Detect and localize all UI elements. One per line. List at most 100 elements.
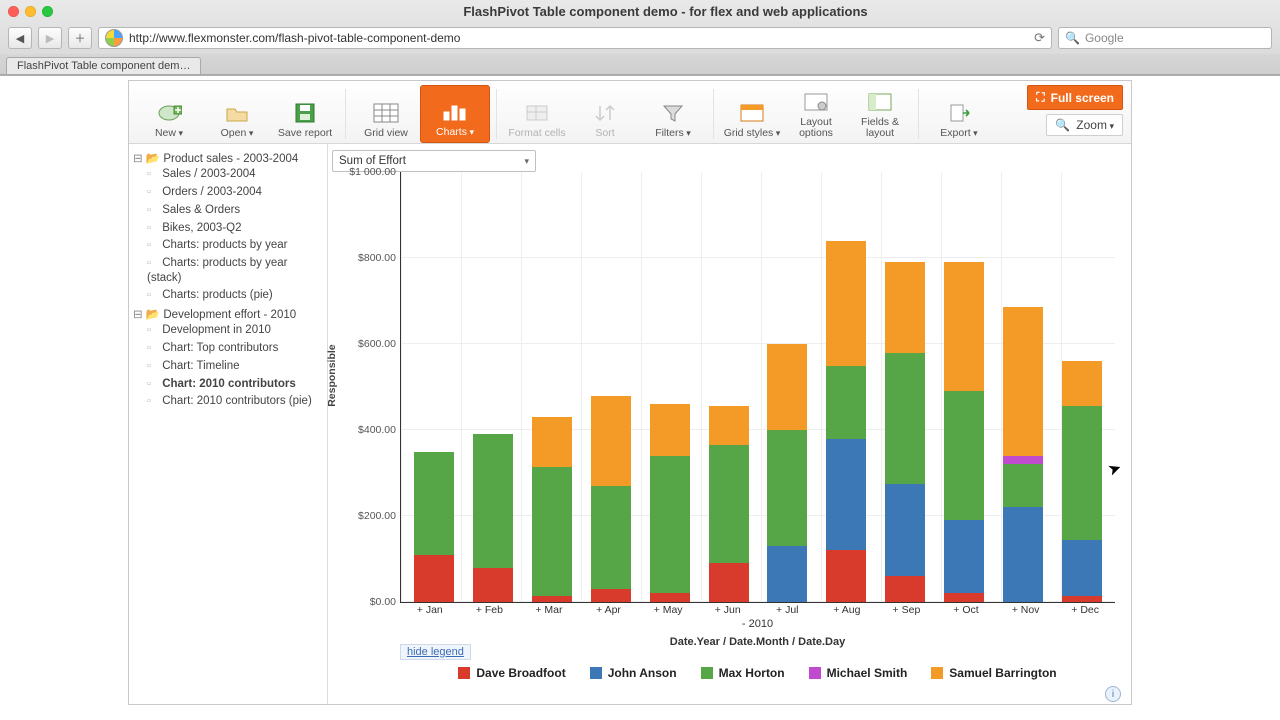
close-icon[interactable]	[8, 6, 19, 17]
tree-item[interactable]: ▫ Chart: 2010 contributors (pie)	[147, 393, 323, 411]
add-button[interactable]: ＋	[68, 27, 92, 49]
tree-item[interactable]: ▫ Charts: products (pie)	[147, 287, 323, 305]
x-tick[interactable]: + Jun	[698, 604, 758, 616]
bar-segment[interactable]	[1062, 540, 1102, 596]
x-tick[interactable]: + Dec	[1055, 604, 1115, 616]
chart-plot[interactable]	[400, 172, 1115, 603]
tree-item[interactable]: ▫ Charts: products by year	[147, 237, 323, 255]
save-button[interactable]: Save report	[271, 85, 339, 143]
bar-segment[interactable]	[885, 484, 925, 576]
x-tick[interactable]: + May	[638, 604, 698, 616]
bar-segment[interactable]	[709, 406, 749, 445]
bar-column[interactable]	[993, 172, 1052, 602]
x-tick[interactable]: + Jan	[400, 604, 460, 616]
tree-item[interactable]: ▫ Development in 2010	[147, 322, 323, 340]
legend-item[interactable]: John Anson	[590, 666, 677, 680]
minimize-icon[interactable]	[25, 6, 36, 17]
tree-folder-product-sales[interactable]: 📂 Product sales - 2003-2004 ▫ Sales / 20…	[133, 150, 323, 306]
legend-item[interactable]: Max Horton	[701, 666, 785, 680]
layoutopts-button[interactable]: Layout options	[784, 85, 848, 143]
bar-segment[interactable]	[1003, 307, 1043, 455]
x-tick[interactable]: + Apr	[579, 604, 639, 616]
bar-segment[interactable]	[1003, 456, 1043, 465]
bar-segment[interactable]	[473, 568, 513, 602]
tree-item[interactable]: ▫ Bikes, 2003-Q2	[147, 219, 323, 237]
legend-item[interactable]: Michael Smith	[809, 666, 908, 680]
hide-legend-link[interactable]: hide legend	[400, 644, 471, 660]
bar-segment[interactable]	[1003, 507, 1043, 602]
report-tree[interactable]: 📂 Product sales - 2003-2004 ▫ Sales / 20…	[129, 144, 328, 704]
bar-segment[interactable]	[1062, 406, 1102, 539]
bar-column[interactable]	[876, 172, 935, 602]
tree-item[interactable]: ▫ Chart: Top contributors	[147, 340, 323, 358]
bar-segment[interactable]	[650, 456, 690, 594]
open-button[interactable]: Open	[203, 85, 271, 143]
x-axis-group[interactable]: - 2010	[400, 618, 1115, 630]
bar-segment[interactable]	[826, 366, 866, 439]
bar-segment[interactable]	[473, 434, 513, 567]
reload-icon[interactable]: ⟳	[1034, 30, 1045, 46]
bar-segment[interactable]	[650, 593, 690, 602]
window-controls[interactable]	[8, 6, 53, 17]
url-field[interactable]: http://www.flexmonster.com/flash-pivot-t…	[98, 27, 1052, 49]
bar-segment[interactable]	[532, 596, 572, 602]
bar-segment[interactable]	[650, 404, 690, 456]
bar-segment[interactable]	[532, 417, 572, 466]
zoom-button[interactable]: 🔍 Zoom	[1046, 114, 1123, 136]
filters-button[interactable]: Filters	[639, 85, 707, 143]
info-icon[interactable]: i	[1105, 686, 1121, 702]
bar-segment[interactable]	[826, 241, 866, 366]
bar-column[interactable]	[1052, 172, 1111, 602]
forward-button[interactable]: ▶	[38, 27, 62, 49]
back-button[interactable]: ◀	[8, 27, 32, 49]
bar-column[interactable]	[817, 172, 876, 602]
gridstyles-button[interactable]: Grid styles	[720, 85, 784, 143]
tree-item[interactable]: ▫ Chart: Timeline	[147, 357, 323, 375]
new-button[interactable]: New	[135, 85, 203, 143]
bar-column[interactable]	[523, 172, 582, 602]
bar-segment[interactable]	[944, 593, 984, 602]
fields-button[interactable]: Fields & layout	[848, 85, 912, 143]
x-tick[interactable]: + Nov	[996, 604, 1056, 616]
bar-segment[interactable]	[591, 486, 631, 589]
bar-segment[interactable]	[532, 467, 572, 596]
x-tick[interactable]: + Feb	[460, 604, 520, 616]
bar-segment[interactable]	[826, 550, 866, 602]
export-button[interactable]: Export	[925, 85, 993, 143]
x-tick[interactable]: + Mar	[519, 604, 579, 616]
bar-segment[interactable]	[1062, 361, 1102, 406]
bar-segment[interactable]	[414, 452, 454, 555]
tree-item[interactable]: ▫ Charts: products by year (stack)	[147, 255, 323, 287]
gridview-button[interactable]: Grid view	[352, 85, 420, 143]
bar-segment[interactable]	[1062, 596, 1102, 602]
x-tick[interactable]: + Oct	[936, 604, 996, 616]
bar-segment[interactable]	[826, 439, 866, 551]
bar-segment[interactable]	[944, 391, 984, 520]
tree-item[interactable]: ▫ Sales / 2003-2004	[147, 166, 323, 184]
bar-column[interactable]	[581, 172, 640, 602]
bar-segment[interactable]	[767, 344, 807, 430]
search-field[interactable]: 🔍 Google	[1058, 27, 1272, 49]
bar-segment[interactable]	[767, 430, 807, 546]
bar-column[interactable]	[934, 172, 993, 602]
tree-item[interactable]: ▫ Sales & Orders	[147, 201, 323, 219]
bar-segment[interactable]	[885, 576, 925, 602]
bar-column[interactable]	[640, 172, 699, 602]
x-tick[interactable]: + Jul	[757, 604, 817, 616]
bar-segment[interactable]	[591, 396, 631, 486]
tree-item[interactable]: ▫ Orders / 2003-2004	[147, 184, 323, 202]
bar-segment[interactable]	[944, 520, 984, 593]
fullscreen-button[interactable]: ⛶ Full screen	[1027, 85, 1123, 110]
browser-tab[interactable]: FlashPivot Table component dem…	[6, 57, 201, 74]
bar-column[interactable]	[699, 172, 758, 602]
bar-column[interactable]	[758, 172, 817, 602]
bar-segment[interactable]	[944, 262, 984, 391]
bar-segment[interactable]	[885, 353, 925, 484]
bar-column[interactable]	[464, 172, 523, 602]
bar-segment[interactable]	[885, 262, 925, 352]
bar-segment[interactable]	[1003, 464, 1043, 507]
charts-button[interactable]: Charts	[420, 85, 490, 143]
legend-item[interactable]: Dave Broadfoot	[458, 666, 565, 680]
legend-item[interactable]: Samuel Barrington	[931, 666, 1056, 680]
bar-segment[interactable]	[414, 555, 454, 602]
